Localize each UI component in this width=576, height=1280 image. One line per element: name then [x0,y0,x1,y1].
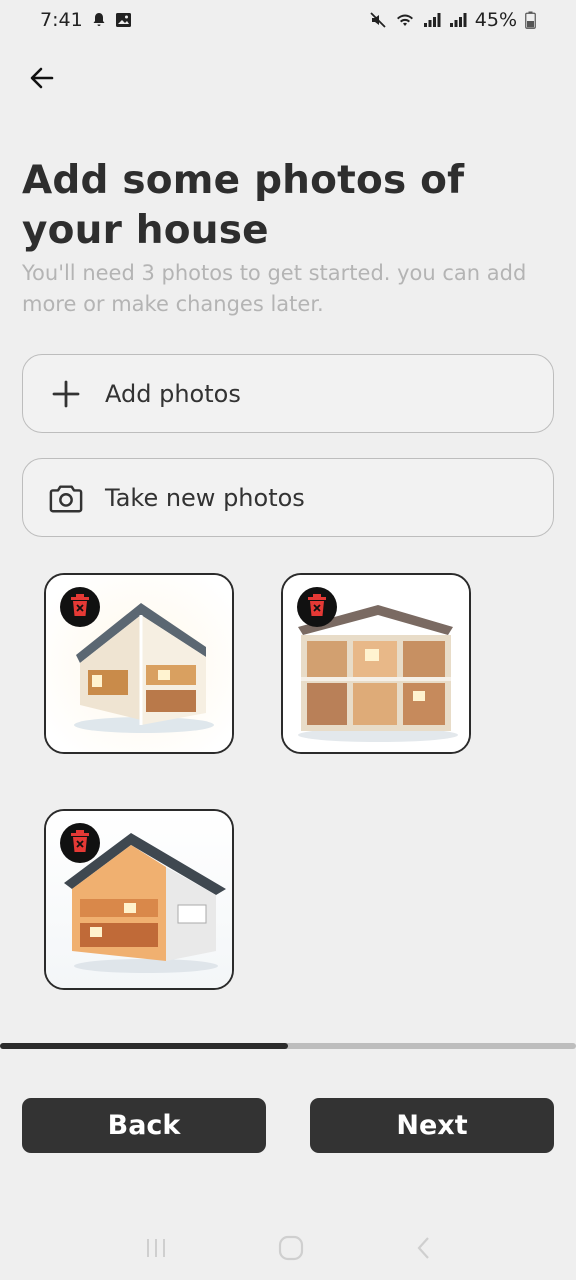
progress-bar-fill [0,1043,288,1049]
delete-photo-2-button[interactable] [297,587,337,627]
house-photo-2[interactable] [281,573,471,754]
battery-percent: 45% [474,9,517,31]
home-icon[interactable] [277,1234,305,1262]
trash-icon [69,829,91,857]
recent-apps-icon[interactable] [144,1237,168,1259]
status-time: 7:41 [40,9,83,31]
mute-icon [369,11,387,29]
trash-icon [69,593,91,621]
plus-icon [49,377,83,411]
system-navigation-bar [0,1215,576,1280]
delete-photo-1-button[interactable] [60,587,100,627]
add-photos-label: Add photos [105,379,241,408]
signal-icon [423,12,441,28]
trash-icon [306,593,328,621]
signal-icon-2 [449,12,467,28]
take-new-photos-label: Take new photos [105,483,305,512]
next-button[interactable]: Next [310,1098,554,1153]
house-photo-3[interactable] [44,809,234,990]
system-back-icon[interactable] [414,1235,432,1261]
battery-icon [525,11,536,29]
arrow-left-icon [28,64,56,96]
back-arrow-button[interactable] [22,60,62,100]
status-left: 7:41 [40,9,132,31]
house-photo-1[interactable] [44,573,234,754]
add-photos-button[interactable]: Add photos [22,354,554,433]
delete-photo-3-button[interactable] [60,823,100,863]
bell-icon [91,12,107,28]
status-right: 45% [369,9,536,31]
image-icon [115,12,132,28]
page-subtitle: You'll need 3 photos to get started. you… [22,261,527,316]
page-title: Add some photos of your house [22,158,465,253]
back-button[interactable]: Back [22,1098,266,1153]
wifi-icon [395,12,415,28]
camera-icon [49,481,83,515]
status-bar: 7:41 45% [0,0,576,40]
progress-bar [0,1043,576,1049]
take-new-photos-button[interactable]: Take new photos [22,458,554,537]
